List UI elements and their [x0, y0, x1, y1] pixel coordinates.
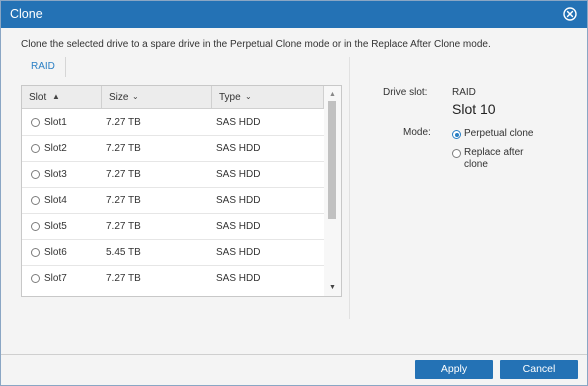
row-radio[interactable]	[31, 144, 40, 153]
drive-slot-group: RAID	[452, 87, 476, 98]
row-radio[interactable]	[31, 222, 40, 231]
tab-raid[interactable]: RAID	[21, 57, 66, 77]
row-radio[interactable]	[31, 196, 40, 205]
apply-button[interactable]: Apply	[415, 360, 493, 379]
close-icon[interactable]	[563, 7, 577, 21]
mode-label: Mode:	[403, 127, 431, 138]
clone-dialog: Clone Clone the selected drive to a spar…	[0, 0, 588, 386]
table-row[interactable]: Slot2 7.27 TB SAS HDD	[22, 136, 324, 162]
row-radio[interactable]	[31, 248, 40, 257]
table-row[interactable]: Slot5 7.27 TB SAS HDD	[22, 214, 324, 240]
column-header-type[interactable]: Type ⌄	[212, 86, 324, 109]
drive-slot-value: Slot 10	[452, 101, 496, 117]
mode-option-replace-after-clone[interactable]: Replace after clone	[452, 147, 572, 173]
table-row[interactable]: Slot7 7.27 TB SAS HDD	[22, 266, 324, 292]
dialog-titlebar: Clone	[1, 1, 587, 28]
panel-divider	[349, 57, 350, 319]
scrollbar-thumb[interactable]	[328, 101, 336, 219]
radio-unselected[interactable]	[452, 149, 461, 158]
mode-option-perpetual-clone[interactable]: Perpetual clone	[452, 128, 572, 142]
chevron-down-icon: ⌄	[132, 92, 139, 101]
radio-selected[interactable]	[452, 130, 461, 139]
footer-divider	[1, 354, 587, 355]
table-row[interactable]: Slot4 7.27 TB SAS HDD	[22, 188, 324, 214]
drive-grid: Slot ▲ Size ⌄ Type ⌄ Slot1 7.27 TB SAS H…	[21, 85, 342, 297]
scroll-down-icon[interactable]: ▼	[329, 284, 336, 291]
tab-raid-label: RAID	[31, 61, 55, 72]
sort-up-icon: ▲	[52, 92, 60, 101]
scroll-up-icon[interactable]: ▲	[329, 91, 336, 98]
dialog-title: Clone	[10, 7, 43, 21]
drive-slot-label: Drive slot:	[383, 87, 428, 98]
dialog-description: Clone the selected drive to a spare driv…	[21, 39, 491, 50]
column-header-size[interactable]: Size ⌄	[102, 86, 212, 109]
table-row[interactable]: Slot6 5.45 TB SAS HDD	[22, 240, 324, 266]
column-header-slot[interactable]: Slot ▲	[22, 86, 102, 109]
grid-scrollbar[interactable]: ▲ ▼	[324, 86, 341, 296]
cancel-button[interactable]: Cancel	[500, 360, 578, 379]
table-row[interactable]: Slot1 7.27 TB SAS HDD	[22, 110, 324, 136]
chevron-down-icon: ⌄	[245, 92, 252, 101]
table-row[interactable]: Slot3 7.27 TB SAS HDD	[22, 162, 324, 188]
row-radio[interactable]	[31, 118, 40, 127]
grid-header: Slot ▲ Size ⌄ Type ⌄	[22, 86, 324, 109]
row-radio[interactable]	[31, 274, 40, 283]
row-radio[interactable]	[31, 170, 40, 179]
